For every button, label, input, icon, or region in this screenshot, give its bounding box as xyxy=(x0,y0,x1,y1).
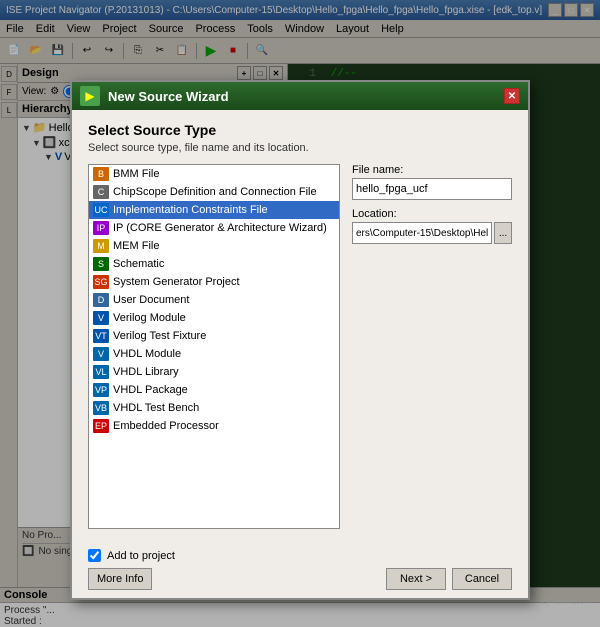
impl-constraints-label: Implementation Constraints File xyxy=(113,204,268,216)
source-item-vhdltb[interactable]: VB VHDL Test Bench xyxy=(89,399,339,417)
verilog-module-icon: V xyxy=(93,311,109,325)
mem-label: MEM File xyxy=(113,240,159,252)
file-name-label: File name: xyxy=(352,164,512,176)
dialog-title-content: ▶ New Source Wizard xyxy=(80,86,229,106)
source-type-list: B BMM File C ChipScope Definition and Co… xyxy=(88,164,340,529)
source-item-vhdlpkg[interactable]: VP VHDL Package xyxy=(89,381,339,399)
source-item-vhdllib[interactable]: VL VHDL Library xyxy=(89,363,339,381)
dialog-title-text: New Source Wizard xyxy=(108,89,229,104)
location-input[interactable] xyxy=(352,222,492,244)
userdoc-label: User Document xyxy=(113,294,189,306)
cancel-button[interactable]: Cancel xyxy=(452,568,512,590)
dialog-overlay: ▶ New Source Wizard ✕ Select Source Type… xyxy=(0,0,600,627)
chipscope-icon: C xyxy=(93,185,109,199)
source-item-ip[interactable]: IP IP (CORE Generator & Architecture Wiz… xyxy=(89,219,339,237)
file-name-field-group: File name: xyxy=(352,164,512,200)
dialog-close-button[interactable]: ✕ xyxy=(504,88,520,104)
source-item-userdoc[interactable]: D User Document xyxy=(89,291,339,309)
dialog-buttons: More Info Next > Cancel xyxy=(88,568,512,590)
schematic-icon: S xyxy=(93,257,109,271)
source-item-impl[interactable]: UC Implementation Constraints File xyxy=(89,201,339,219)
verilog-module-label: Verilog Module xyxy=(113,312,186,324)
ip-label: IP (CORE Generator & Architecture Wizard… xyxy=(113,222,327,234)
source-item-bmm[interactable]: B BMM File xyxy=(89,165,339,183)
embeddedprocessor-icon: EP xyxy=(93,419,109,433)
verilogtf-icon: VT xyxy=(93,329,109,343)
embeddedprocessor-label: Embedded Processor xyxy=(113,420,219,432)
dialog-section-desc: Select source type, file name and its lo… xyxy=(88,142,512,154)
impl-icon: UC xyxy=(93,203,109,217)
browse-button[interactable]: ... xyxy=(494,222,512,244)
add-to-project-row: Add to project xyxy=(88,549,512,562)
add-to-project-checkbox[interactable] xyxy=(88,549,101,562)
more-info-button[interactable]: More Info xyxy=(88,568,152,590)
userdoc-icon: D xyxy=(93,293,109,307)
location-field-group: Location: ... xyxy=(352,208,512,244)
add-to-project-label: Add to project xyxy=(107,550,175,562)
source-item-chipscope[interactable]: C ChipScope Definition and Connection Fi… xyxy=(89,183,339,201)
source-item-embeddedprocessor[interactable]: EP Embedded Processor xyxy=(89,417,339,435)
source-right-panel: File name: Location: ... xyxy=(352,164,512,529)
dialog-section-title: Select Source Type xyxy=(88,122,512,138)
source-item-schematic[interactable]: S Schematic xyxy=(89,255,339,273)
vhdllib-icon: VL xyxy=(93,365,109,379)
ip-icon: IP xyxy=(93,221,109,235)
bmm-icon: B xyxy=(93,167,109,181)
sysgenerator-icon: SG xyxy=(93,275,109,289)
verilogtf-label: Verilog Test Fixture xyxy=(113,330,206,342)
vhdlpkg-label: VHDL Package xyxy=(113,384,188,396)
vhdlpkg-icon: VP xyxy=(93,383,109,397)
vhdltb-label: VHDL Test Bench xyxy=(113,402,199,414)
dialog-body: Select Source Type Select source type, f… xyxy=(72,110,528,541)
source-item-verilogtf[interactable]: VT Verilog Test Fixture xyxy=(89,327,339,345)
source-item-mem[interactable]: M MEM File xyxy=(89,237,339,255)
vhdl-icon: V xyxy=(93,347,109,361)
source-item-vhdl[interactable]: V VHDL Module xyxy=(89,345,339,363)
new-source-wizard-dialog: ▶ New Source Wizard ✕ Select Source Type… xyxy=(70,80,530,600)
mem-icon: M xyxy=(93,239,109,253)
dialog-title-bar: ▶ New Source Wizard ✕ xyxy=(72,82,528,110)
source-item-verilog[interactable]: V Verilog Module xyxy=(89,309,339,327)
wizard-icon: ▶ xyxy=(80,86,100,106)
file-name-input[interactable] xyxy=(352,178,512,200)
location-row: ... xyxy=(352,222,512,244)
ide-window: ISE Project Navigator (P.20131013) - C:\… xyxy=(0,0,600,627)
vhdltb-icon: VB xyxy=(93,401,109,415)
vhdllib-label: VHDL Library xyxy=(113,366,179,378)
source-item-sysgenerator[interactable]: SG System Generator Project xyxy=(89,273,339,291)
chipscope-label: ChipScope Definition and Connection File xyxy=(113,186,317,198)
location-label: Location: xyxy=(352,208,512,220)
dialog-main: B BMM File C ChipScope Definition and Co… xyxy=(88,164,512,529)
next-button[interactable]: Next > xyxy=(386,568,446,590)
vhdl-label: VHDL Module xyxy=(113,348,181,360)
sysgenerator-label: System Generator Project xyxy=(113,276,240,288)
bmm-label: BMM File xyxy=(113,168,159,180)
schematic-label: Schematic xyxy=(113,258,164,270)
dialog-footer: Add to project More Info Next > Cancel xyxy=(72,541,528,598)
